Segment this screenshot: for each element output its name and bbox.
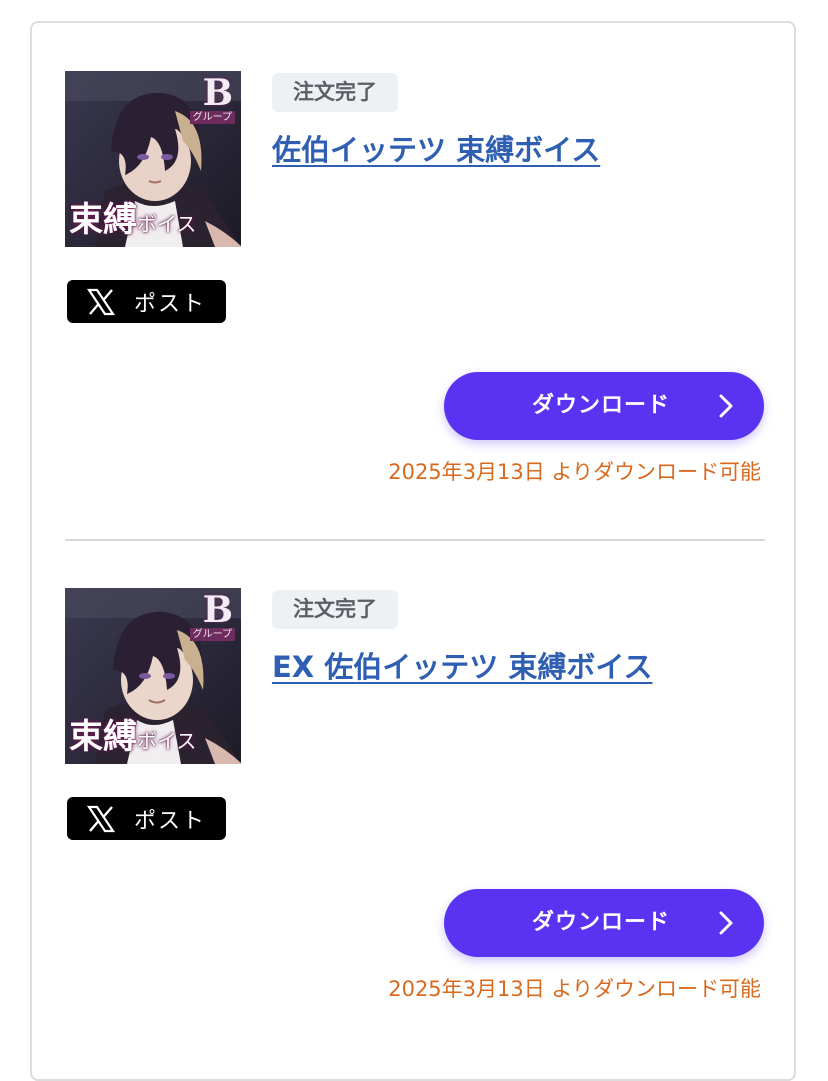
download-button[interactable]: ダウンロード [444, 889, 764, 957]
post-label: ポスト [134, 291, 207, 317]
download-label: ダウンロード [532, 393, 671, 418]
thumbnail-title: 束縛ボイス [69, 192, 196, 241]
chevron-right-icon [719, 911, 733, 935]
thumbnail-group-label: グループ [189, 628, 235, 641]
thumbnail-title-big: 束縛 [69, 717, 137, 757]
thumbnail-title-small: ボイス [137, 212, 197, 236]
thumbnail-title: 束縛ボイス [69, 709, 196, 758]
x-logo-icon [86, 288, 116, 315]
thumbnail-title-small: ボイス [137, 729, 197, 753]
chevron-right-icon [719, 394, 733, 418]
download-label: ダウンロード [532, 910, 671, 935]
post-label: ポスト [134, 808, 207, 834]
x-post-button[interactable]: ポスト [67, 797, 226, 840]
status-badge: 注文完了 [272, 73, 398, 112]
order-item: B グループ 束縛ボイス 注文完了 EX 佐伯イッテツ 束縛ボイス ポスト ダウ… [32, 540, 794, 1020]
product-title-link[interactable]: 佐伯イッテツ 束縛ボイス [272, 127, 600, 169]
order-list-card: B グループ 束縛ボイス 注文完了 佐伯イッテツ 束縛ボイス ポスト ダウンロー… [30, 21, 796, 1081]
x-post-button[interactable]: ポスト [67, 280, 226, 323]
thumbnail-grade: B [202, 72, 233, 114]
thumbnail-grade: B [202, 589, 233, 631]
availability-text: 2025年3月13日 よりダウンロード可能 [388, 977, 761, 1001]
status-badge: 注文完了 [272, 590, 398, 629]
product-title-link[interactable]: EX 佐伯イッテツ 束縛ボイス [272, 644, 653, 686]
download-button[interactable]: ダウンロード [444, 372, 764, 440]
x-logo-icon [86, 805, 116, 832]
product-thumbnail[interactable]: B グループ 束縛ボイス [65, 71, 241, 247]
thumbnail-title-big: 束縛 [69, 200, 137, 240]
availability-text: 2025年3月13日 よりダウンロード可能 [388, 460, 761, 484]
order-item: B グループ 束縛ボイス 注文完了 佐伯イッテツ 束縛ボイス ポスト ダウンロー… [32, 23, 794, 503]
thumbnail-group-label: グループ [189, 111, 235, 124]
product-thumbnail[interactable]: B グループ 束縛ボイス [65, 588, 241, 764]
